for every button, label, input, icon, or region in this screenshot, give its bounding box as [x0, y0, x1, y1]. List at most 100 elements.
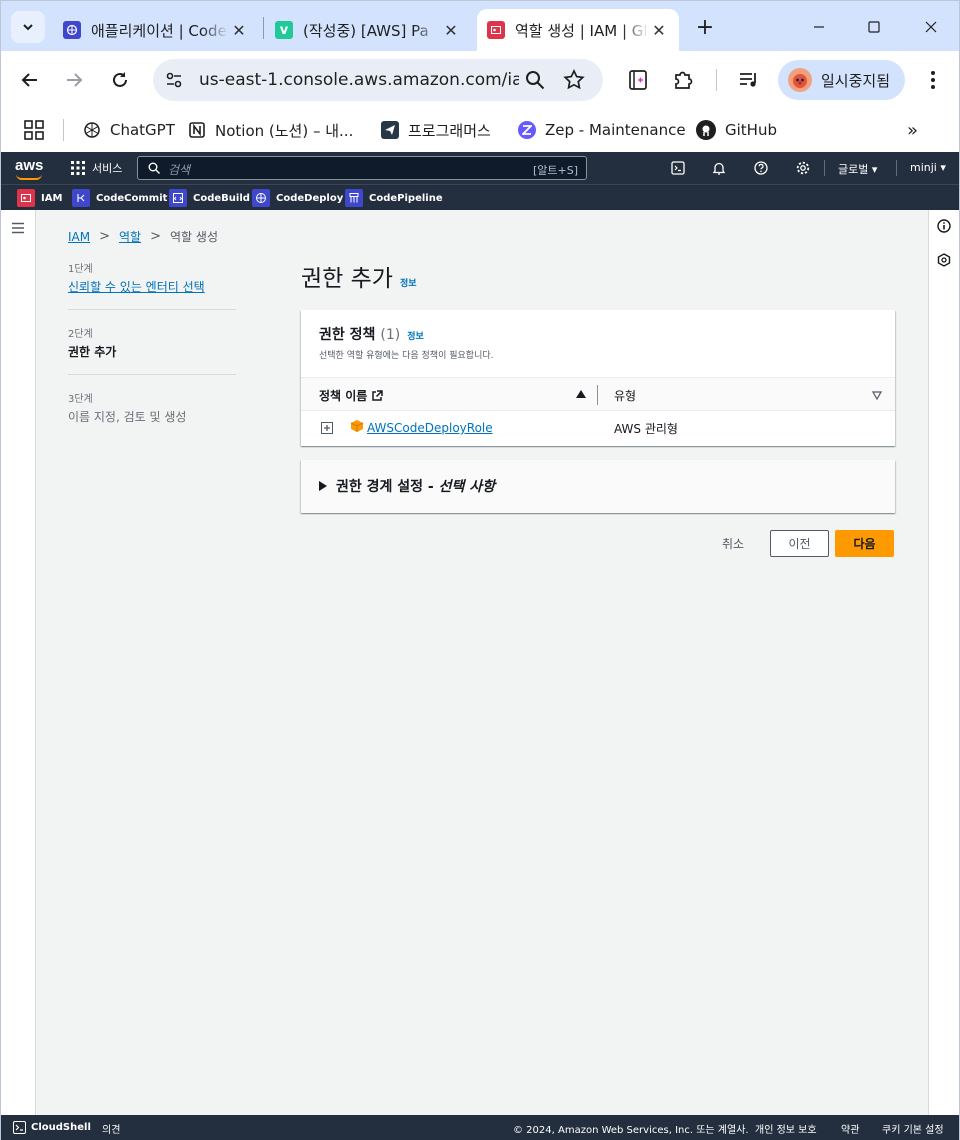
- account-menu[interactable]: minji ▾: [910, 161, 946, 174]
- breadcrumb-roles-link[interactable]: 역할: [119, 228, 141, 245]
- profile-status: 일시중지됨: [821, 71, 891, 90]
- aws-logo[interactable]: aws: [15, 157, 44, 180]
- column-header-type[interactable]: 유형: [614, 387, 636, 404]
- step-number: 3단계: [68, 394, 93, 405]
- velog-icon: v: [275, 21, 293, 39]
- step-name-review: 이름 지정, 검토 및 생성: [68, 410, 187, 424]
- bookmark-label: GitHub: [725, 121, 777, 139]
- panel-description: 선택한 역할 유형에는 다음 정책이 필요합니다.: [319, 351, 494, 361]
- minimize-icon[interactable]: [807, 15, 831, 39]
- next-button[interactable]: 다음: [835, 530, 894, 557]
- shortcuts-hexagon-icon[interactable]: [937, 253, 951, 267]
- reload-icon[interactable]: [107, 67, 133, 93]
- openai-icon: [83, 121, 101, 139]
- grid-icon: [71, 161, 85, 175]
- bookmark-chatgpt[interactable]: ChatGPT: [83, 118, 175, 142]
- cloudshell-icon[interactable]: [670, 160, 686, 176]
- aws-search-input[interactable]: 검색 [알트+S]: [137, 156, 587, 180]
- avatar: [788, 68, 812, 92]
- permissions-boundary-expander[interactable]: 권한 경계 설정 - 선택 사항: [301, 460, 895, 513]
- forward-arrow-icon[interactable]: [61, 67, 87, 93]
- browser-tab-iam[interactable]: 역할 생성 | IAM | Global ✕: [477, 9, 679, 51]
- close-tab-icon[interactable]: ✕: [649, 21, 669, 40]
- github-icon: [696, 120, 716, 140]
- hamburger-menu-icon[interactable]: [11, 222, 25, 234]
- help-icon[interactable]: [753, 160, 769, 176]
- side-navigation-rail: [1, 210, 36, 1115]
- page-info-link[interactable]: 정보: [400, 276, 417, 289]
- close-tab-icon[interactable]: ✕: [441, 21, 461, 40]
- caret-right-icon: [319, 481, 327, 491]
- services-menu-button[interactable]: 서비스: [71, 160, 122, 176]
- cloudshell-footer-button[interactable]: CloudShell: [13, 1121, 91, 1134]
- favorite-iam[interactable]: IAM: [17, 189, 62, 207]
- account-username: minji: [910, 161, 937, 174]
- bookmark-programmers[interactable]: 프로그래머스: [381, 118, 491, 142]
- privacy-link[interactable]: 개인 정보 보호: [755, 1121, 817, 1136]
- aws-logo-text: aws: [15, 157, 44, 174]
- expander-header[interactable]: 권한 경계 설정 - 선택 사항: [319, 476, 495, 496]
- aws-footer: CloudShell 의견 © 2024, Amazon Web Service…: [1, 1115, 959, 1140]
- cookie-preferences-link[interactable]: 쿠키 기본 설정: [882, 1121, 944, 1136]
- notifications-bell-icon[interactable]: [711, 160, 727, 176]
- cancel-button[interactable]: 취소: [712, 530, 754, 557]
- favorite-codebuild[interactable]: CodeBuild: [169, 189, 250, 207]
- browser-tab-velog[interactable]: v (작성중) [AWS] Pa ✕: [265, 9, 471, 51]
- zoom-search-icon[interactable]: [525, 70, 545, 90]
- extensions-puzzle-icon[interactable]: [671, 68, 695, 92]
- aws-top-nav: aws 서비스 검색 [알트+S] 글로벌 ▾ minji ▾: [1, 152, 959, 184]
- close-window-icon[interactable]: [919, 15, 943, 39]
- step-link-select-entity[interactable]: 신뢰할 수 있는 엔터티 선택: [68, 279, 236, 295]
- browser-tab-codedeploy[interactable]: 애플리케이션 | CodeDeploy ✕: [53, 9, 259, 51]
- new-tab-button[interactable]: +: [693, 15, 717, 40]
- bookmark-label: Zep - Maintenance: [545, 121, 686, 139]
- external-link-icon: [372, 389, 384, 401]
- browser-menu-icon[interactable]: [923, 69, 943, 91]
- favorite-label: IAM: [41, 192, 63, 204]
- bookmark-notion[interactable]: Notion (노션) – 내...: [188, 118, 353, 142]
- sort-ascending-icon[interactable]: [576, 390, 586, 399]
- bookmark-github[interactable]: GitHub: [696, 118, 777, 142]
- nav-divider: [824, 160, 825, 176]
- settings-gear-icon[interactable]: [795, 160, 811, 176]
- tab-divider: [263, 17, 264, 39]
- breadcrumb-current: 역할 생성: [170, 230, 218, 244]
- region-selector[interactable]: 글로벌 ▾: [838, 161, 877, 177]
- more-bookmarks-chevron-icon[interactable]: »: [907, 118, 918, 142]
- bookmark-star-icon[interactable]: [563, 69, 585, 91]
- media-control-icon[interactable]: [738, 69, 760, 91]
- notebook-extension-icon[interactable]: [627, 69, 649, 91]
- panel-info-link[interactable]: 정보: [407, 329, 424, 342]
- previous-button[interactable]: 이전: [770, 530, 829, 557]
- tools-rail: [928, 210, 959, 1115]
- bookmarks-bar: ChatGPT Notion (노션) – 내... 프로그래머스 Zep - …: [1, 109, 959, 151]
- column-header-policy-name[interactable]: 정책 이름: [319, 387, 384, 404]
- profile-button[interactable]: 일시중지됨: [778, 60, 905, 100]
- info-panel-icon[interactable]: [937, 219, 951, 233]
- tab-search-button[interactable]: [11, 11, 45, 43]
- column-resizer[interactable]: [597, 385, 598, 405]
- page-header: 권한 추가 정보: [301, 259, 417, 293]
- main-content: IAM > 역할 > 역할 생성 1단계 신뢰할 수 있는 엔터티 선택 2단계…: [36, 210, 928, 1115]
- maximize-icon[interactable]: [862, 15, 886, 39]
- favorite-codecommit[interactable]: CodeCommit: [72, 189, 167, 207]
- close-tab-icon[interactable]: ✕: [229, 21, 249, 40]
- tab-title: 애플리케이션 | CodeDeploy: [91, 21, 229, 40]
- bookmark-zep[interactable]: Zep - Maintenance: [518, 118, 686, 142]
- favorite-codepipeline[interactable]: CodePipeline: [345, 189, 443, 207]
- terms-link[interactable]: 약관: [841, 1121, 859, 1136]
- cloudshell-label: CloudShell: [31, 1122, 91, 1133]
- expand-row-icon[interactable]: [321, 422, 333, 434]
- globe-icon: [63, 21, 81, 39]
- codepipeline-service-icon: [345, 189, 363, 207]
- wizard-steps: 1단계 신뢰할 수 있는 엔터티 선택 2단계 권한 추가 3단계 이름 지정,…: [68, 260, 236, 425]
- site-settings-icon[interactable]: [165, 71, 183, 89]
- address-bar[interactable]: us-east-1.console.aws.amazon.com/iamv2/h…: [153, 59, 603, 101]
- favorite-codedeploy[interactable]: CodeDeploy: [252, 189, 343, 207]
- back-arrow-icon[interactable]: [17, 67, 43, 93]
- feedback-link[interactable]: 의견: [102, 1121, 120, 1136]
- sort-descending-icon[interactable]: [872, 391, 882, 400]
- policy-name-link[interactable]: AWSCodeDeployRole: [367, 421, 493, 435]
- apps-grid-icon[interactable]: [23, 118, 45, 142]
- breadcrumb-iam-link[interactable]: IAM: [68, 230, 90, 244]
